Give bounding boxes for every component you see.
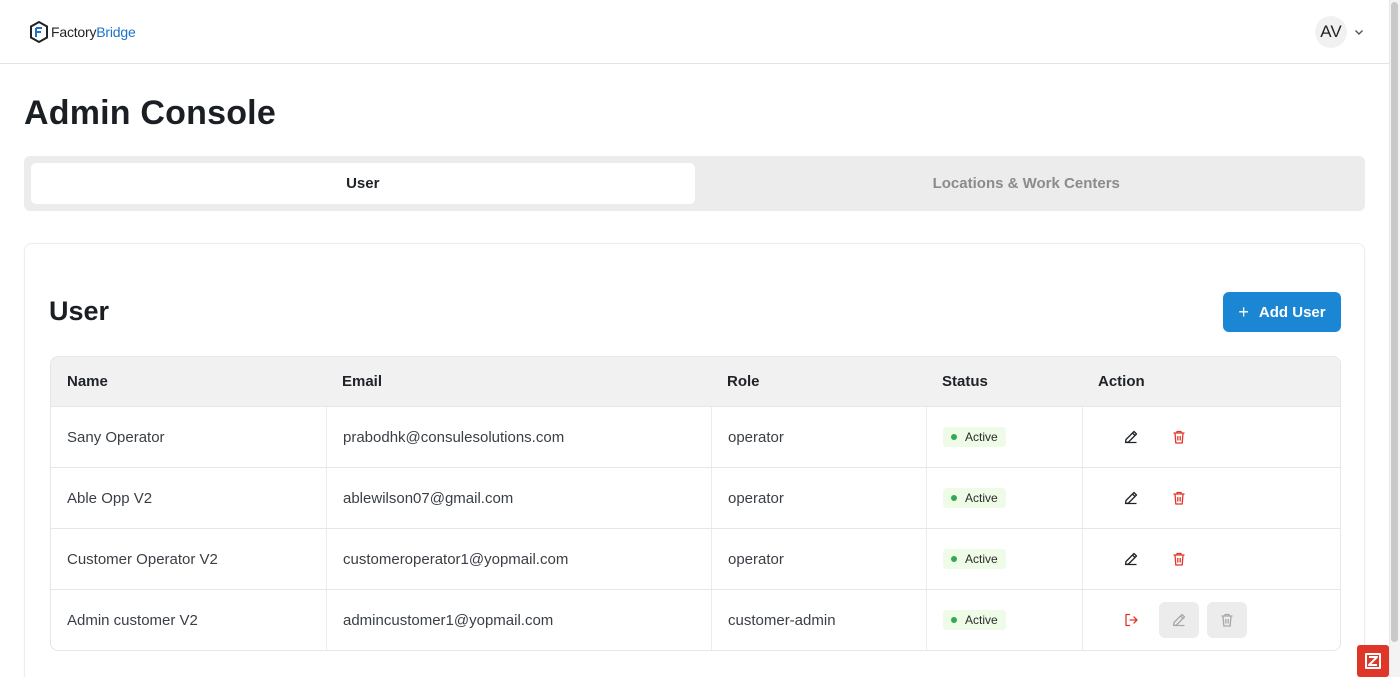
column-header-email: Email xyxy=(342,373,383,390)
status-dot-icon xyxy=(951,617,957,623)
cell-name: Customer Operator V2 xyxy=(67,550,218,568)
cell-name: Admin customer V2 xyxy=(67,611,198,629)
status-label: Active xyxy=(965,430,998,444)
cell-action xyxy=(1082,590,1340,650)
edit-button[interactable] xyxy=(1111,480,1151,516)
table-row: Sany Operator prabodhk@consulesolutions.… xyxy=(51,406,1340,467)
cell-status: Active xyxy=(926,590,1082,650)
zoho-logo-icon xyxy=(1365,653,1381,669)
cell-email: admincustomer1@yopmail.com xyxy=(326,590,711,650)
cell-role: operator xyxy=(711,529,926,589)
cell-name: Sany Operator xyxy=(67,428,165,446)
status-dot-icon xyxy=(951,434,957,440)
users-table: Name Email Role Status Action Sany Opera… xyxy=(50,356,1341,651)
table-header-row: Name Email Role Status Action xyxy=(51,357,1340,406)
cell-status: Active xyxy=(926,529,1082,589)
cell-email: prabodhk@consulesolutions.com xyxy=(326,407,711,467)
logo-hexagon-icon xyxy=(30,20,48,43)
column-header-status: Status xyxy=(942,373,988,390)
sign-out-icon xyxy=(1125,613,1138,627)
trash-icon xyxy=(1173,430,1185,444)
logo-text: FactoryBridge xyxy=(51,23,136,40)
cell-role: operator xyxy=(711,468,926,528)
factorybridge-logo[interactable]: FactoryBridge xyxy=(30,20,136,43)
user-menu[interactable]: AV xyxy=(1315,15,1365,48)
top-header: FactoryBridge AV xyxy=(0,0,1389,64)
status-label: Active xyxy=(965,552,998,566)
cell-status: Active xyxy=(926,468,1082,528)
edit-button-disabled xyxy=(1159,602,1199,638)
column-header-action: Action xyxy=(1098,373,1145,390)
cell-name: Able Opp V2 xyxy=(67,489,153,507)
user-card: User + Add User Name Email Role Status A… xyxy=(24,243,1365,677)
tab-bar: User Locations & Work Centers xyxy=(24,156,1365,211)
pencil-icon xyxy=(1124,430,1138,444)
delete-button[interactable] xyxy=(1159,419,1199,455)
delete-button[interactable] xyxy=(1159,480,1199,516)
tab-locations-work-centers[interactable]: Locations & Work Centers xyxy=(695,163,1359,204)
cell-role: customer-admin xyxy=(711,590,926,650)
status-badge: Active xyxy=(943,549,1006,569)
status-label: Active xyxy=(965,491,998,505)
cell-action xyxy=(1082,529,1340,589)
impersonate-button[interactable] xyxy=(1111,602,1151,638)
pencil-icon xyxy=(1124,552,1138,566)
cell-role: operator xyxy=(711,407,926,467)
column-header-role: Role xyxy=(727,373,760,390)
scrollbar-thumb[interactable] xyxy=(1391,2,1398,642)
edit-button[interactable] xyxy=(1111,419,1151,455)
cell-action xyxy=(1082,407,1340,467)
delete-button-disabled xyxy=(1207,602,1247,638)
add-user-label: Add User xyxy=(1258,303,1326,321)
status-badge: Active xyxy=(943,488,1006,508)
chevron-down-icon[interactable] xyxy=(1353,26,1365,38)
pencil-icon xyxy=(1172,613,1186,627)
cell-status: Active xyxy=(926,407,1082,467)
status-badge: Active xyxy=(943,427,1006,447)
trash-icon xyxy=(1221,613,1233,627)
table-row: Customer Operator V2 customeroperator1@y… xyxy=(51,528,1340,589)
floating-app-icon[interactable] xyxy=(1357,645,1389,677)
edit-button[interactable] xyxy=(1111,541,1151,577)
page-title: Admin Console xyxy=(24,94,276,132)
plus-icon: + xyxy=(1238,302,1249,322)
column-header-name: Name xyxy=(67,373,108,390)
trash-icon xyxy=(1173,491,1185,505)
table-row: Able Opp V2 ablewilson07@gmail.com opera… xyxy=(51,467,1340,528)
status-label: Active xyxy=(965,613,998,627)
trash-icon xyxy=(1173,552,1185,566)
pencil-icon xyxy=(1124,491,1138,505)
tab-user[interactable]: User xyxy=(31,163,695,204)
table-row: Admin customer V2 admincustomer1@yopmail… xyxy=(51,589,1340,650)
status-dot-icon xyxy=(951,495,957,501)
status-badge: Active xyxy=(943,610,1006,630)
status-dot-icon xyxy=(951,556,957,562)
cell-action xyxy=(1082,468,1340,528)
delete-button[interactable] xyxy=(1159,541,1199,577)
add-user-button[interactable]: + Add User xyxy=(1223,292,1341,332)
avatar[interactable]: AV xyxy=(1315,15,1347,48)
cell-email: ablewilson07@gmail.com xyxy=(326,468,711,528)
cell-email: customeroperator1@yopmail.com xyxy=(326,529,711,589)
section-title: User xyxy=(49,296,110,326)
